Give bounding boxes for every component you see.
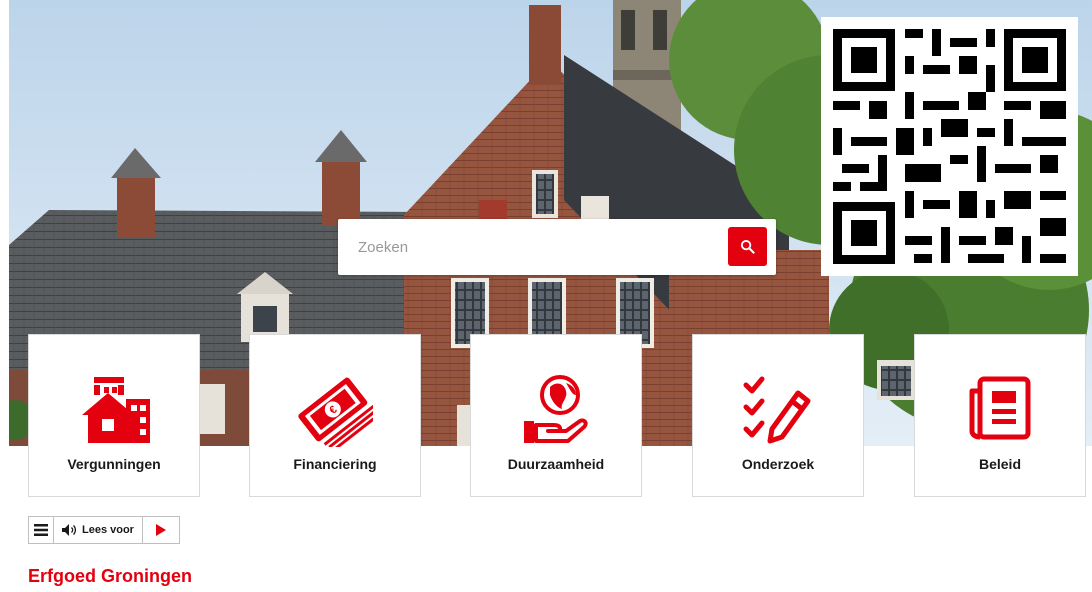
page-title: Erfgoed Groningen	[28, 566, 192, 586]
play-button[interactable]	[141, 516, 180, 544]
lees-voor-label: Lees voor	[82, 524, 134, 536]
tile-beleid[interactable]: Beleid	[914, 334, 1086, 497]
tile-label: Onderzoek	[741, 456, 815, 472]
tile-financiering[interactable]: € Financiering	[249, 334, 421, 497]
newspaper-icon	[969, 376, 1031, 440]
search-input[interactable]	[338, 219, 718, 275]
readspeaker-menu-button[interactable]	[28, 516, 54, 544]
building-house-icon	[82, 377, 150, 443]
money-euro-icon: €	[298, 377, 373, 447]
search-button[interactable]	[728, 227, 767, 266]
readspeaker-bar: Lees voor	[28, 516, 180, 544]
tile-onderzoek[interactable]: Onderzoek	[692, 334, 864, 497]
globe-hand-icon	[524, 375, 588, 443]
tile-duurzaamheid[interactable]: Duurzaamheid	[470, 334, 642, 497]
tile-label: Duurzaamheid	[507, 456, 605, 472]
tile-label: Beleid	[978, 456, 1021, 472]
lees-voor-button[interactable]: Lees voor	[53, 516, 143, 544]
qr-code	[821, 17, 1078, 276]
speaker-icon	[62, 524, 77, 536]
tile-vergunningen[interactable]: Vergunningen	[28, 334, 200, 497]
search-icon	[740, 239, 755, 254]
tile-label: Financiering	[293, 456, 377, 472]
checklist-pencil-icon	[743, 376, 811, 444]
search-bar	[338, 219, 776, 275]
menu-icon	[34, 524, 48, 536]
tile-label: Vergunningen	[67, 456, 161, 472]
play-icon	[155, 524, 166, 536]
